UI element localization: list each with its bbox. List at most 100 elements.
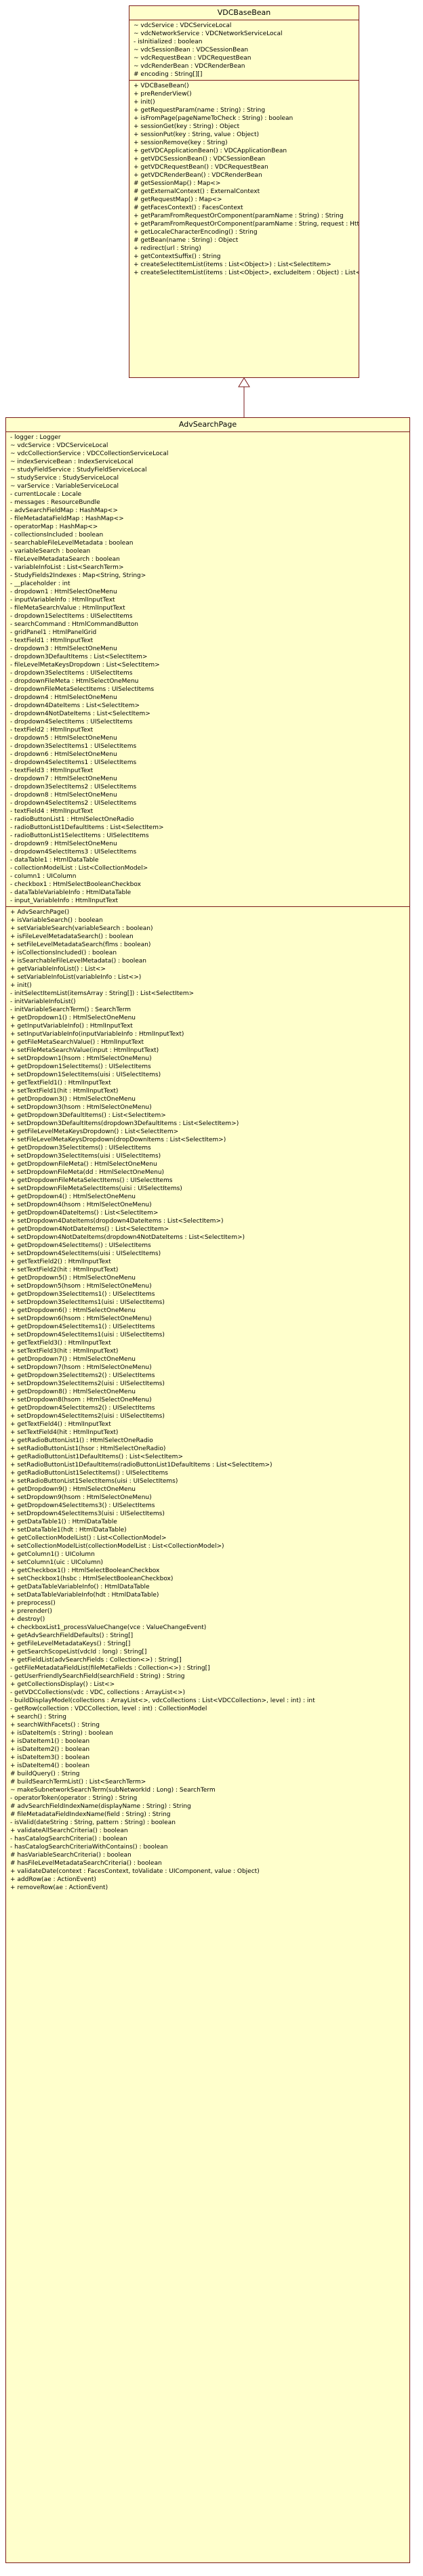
member-line: - getRow(collection : VDCCollection, lev… <box>10 1706 207 1712</box>
member-line: + isDateItem3() : boolean <box>10 1754 90 1761</box>
member-line: + setDropdown1SelectItems(uisi : UISelec… <box>10 1072 161 1078</box>
attributes-compartment: - logger : Logger ~ vdcService : VDCServi… <box>6 431 409 906</box>
member-line: - textField1 : HtmlInputText <box>10 637 94 644</box>
member-line: + setInputVariableInfo(inputVariableInfo… <box>10 1031 184 1038</box>
member-line: + getDropdown3SelectItems() : UISelectIt… <box>10 1145 151 1152</box>
member-line: + isFileLevelMetadataSearch() : boolean <box>10 933 134 940</box>
member-line: - operatorMap : HashMap<> <box>10 524 98 530</box>
member-line: - hasCatalogSearchCriteriaWithContains()… <box>10 1844 168 1851</box>
member-line: + getFileMetaSearchValue() : HtmlInputTe… <box>10 1039 144 1046</box>
member-line: + isDateItem4() : boolean <box>10 1762 90 1769</box>
member-line: - dropdown4SelectItems : UISelectItems <box>10 719 133 725</box>
member-line: + getColumn1() : UIColumn <box>10 1551 95 1558</box>
member-line: - fileMetadataFieldMap : HashMap<> <box>10 515 124 522</box>
member-line: + getDropdown5() : HtmlSelectOneMenu <box>10 1275 136 1282</box>
member-line: + createSelectItemList(items : List<Obje… <box>134 261 331 268</box>
member-line: ~ vdcNetworkService : VDCNetworkServiceL… <box>134 30 283 37</box>
member-line: + getFieldList(advSearchFields : Collect… <box>10 1657 182 1664</box>
member-line: - getUserFriendlySearchField(searchField… <box>10 1673 185 1680</box>
member-line: + validateDate(context : FacesContext, t… <box>10 1868 260 1875</box>
member-line: + isDateItem2() : boolean <box>10 1746 90 1753</box>
member-line: - dropdown3 : HtmlSelectOneMenu <box>10 646 117 652</box>
member-line: + searchWithFacets() : String <box>10 1722 100 1729</box>
member-line: + getDropdownFileMeta() : HtmlSelectOneM… <box>10 1161 157 1168</box>
member-line: + setTextField1(hit : HtmlInputText) <box>10 1088 119 1095</box>
member-line: - dropdownFileMeta : HtmlSelectOneMenu <box>10 678 139 685</box>
member-line: + getInputVariableInfo() : HtmlInputText <box>10 1023 133 1030</box>
member-line: + redirect(url : String) <box>134 245 201 252</box>
member-line: + getDropdownFileMetaSelectItems() : UIS… <box>10 1177 173 1184</box>
member-line: + getDataTable1() : HtmlDataTable <box>10 1519 117 1525</box>
member-line: ~ vdcService : VDCServiceLocal <box>134 22 232 29</box>
member-line: - dropdownFileMetaSelectItems : UISelect… <box>10 686 155 693</box>
member-line: - searchCommand : HtmlCommandButton <box>10 621 138 628</box>
member-line: + getDropdown4SelectItems1() : UISelectI… <box>10 1324 155 1330</box>
member-line: + setVariableInfoList(variableInfo : Lis… <box>10 974 142 981</box>
member-line: + setDropdown4(hsom : HtmlSelectOneMenu) <box>10 1202 152 1208</box>
member-line: - textField2 : HtmlInputText <box>10 727 94 734</box>
member-line: + VDCBaseBean() <box>134 83 189 89</box>
member-line: + setDropdown9(hsom : HtmlSelectOneMenu) <box>10 1494 152 1501</box>
member-line: + isVariableSearch() : boolean <box>10 917 103 924</box>
member-line: ~ vdcCollectionService : VDCCollectionSe… <box>10 450 169 457</box>
operations-compartment: + AdvSearchPage() + isVariableSearch() : … <box>6 906 409 1893</box>
member-line: + sessionGet(key : String) : Object <box>134 123 240 130</box>
member-line: - isValid(dateString : String, pattern :… <box>10 1819 176 1826</box>
member-line: - fileLevelMetaKeysDropdown : List<Selec… <box>10 662 160 669</box>
member-line: + init() <box>10 982 32 989</box>
member-line: ~ makeSubnetworkSearchTerm(subNetworkId … <box>10 1787 216 1794</box>
member-line: + getSearchScopeList(vdcId : long) : Str… <box>10 1649 147 1655</box>
member-line: + getParamFromRequestOrComponent(paramNa… <box>134 221 359 228</box>
member-line: + setFileLevelMetadataSearch(flms : bool… <box>10 942 151 948</box>
member-line: + getVDCRequestBean() : VDCRequestBean <box>134 164 268 171</box>
member-line: + AdvSearchPage() <box>10 909 70 916</box>
member-line: - dropdown3SelectItems : UISelectItems <box>10 670 133 677</box>
member-line: + setDropdown4SelectItems2(uisi : UISele… <box>10 1413 165 1420</box>
member-line: - getVDCCollections(vdc : VDC, collectio… <box>10 1689 185 1696</box>
member-line: - radioButtonList1SelectItems : UISelect… <box>10 832 149 839</box>
member-line: + getDropdown3SelectItems1() : UISelectI… <box>10 1291 155 1298</box>
member-line: + setVariableSearch(variableSearch : boo… <box>10 925 153 932</box>
member-line: - dropdown5 : HtmlSelectOneMenu <box>10 735 117 742</box>
member-line: - inputVariableInfo : HtmlInputText <box>10 597 115 604</box>
member-line: - dropdown9 : HtmlSelectOneMenu <box>10 841 117 847</box>
member-line: + setRadioButtonList1SelectItems(uisi : … <box>10 1478 178 1485</box>
member-line: - logger : Logger <box>10 434 61 441</box>
member-line: + getDropdown4SelectItems3() : UISelectI… <box>10 1502 155 1509</box>
member-line: - radioButtonList1 : HtmlSelectOneRadio <box>10 816 134 823</box>
member-line: + init() <box>134 99 155 106</box>
member-line: - variableInfoList : List<SearchTerm> <box>10 564 124 571</box>
member-line: + getTextField1() : HtmlInputText <box>10 1080 111 1086</box>
member-line: - dropdown4NotDateItems : List<SelectIte… <box>10 711 150 717</box>
member-line: + getParamFromRequestOrComponent(paramNa… <box>134 213 344 219</box>
member-line: + getDropdown4SelectItems() : UISelectIt… <box>10 1242 151 1249</box>
class-box-vdcbasebean[interactable]: VDCBaseBean ~ vdcService : VDCServiceLoc… <box>129 5 359 378</box>
class-box-advsearchpage[interactable]: AdvSearchPage - logger : Logger ~ vdcServ… <box>5 417 410 2563</box>
member-line: + getRequestParam(name : String) : Strin… <box>134 107 266 114</box>
member-line: + getTextField4() : HtmlInputText <box>10 1421 111 1428</box>
member-line: - getFileMetadataFieldList(fileMetaField… <box>10 1665 210 1672</box>
member-line: + getTextField3() : HtmlInputText <box>10 1340 111 1347</box>
member-line: # encoding : String[][] <box>134 71 203 78</box>
member-line: + setDropdown3(hsom : HtmlSelectOneMenu) <box>10 1104 152 1111</box>
member-line: # hasVariableSearchCriteria() : boolean <box>10 1852 132 1859</box>
member-line: + search() : String <box>10 1714 66 1720</box>
member-line: + setCheckbox1(hsbc : HtmlSelectBooleanC… <box>10 1576 174 1582</box>
member-line: # fileMetadataFieldIndexName(field : Str… <box>10 1811 171 1818</box>
member-line: + getLocaleCharacterEncoding() : String <box>134 229 258 236</box>
member-line: + setCollectionModelList(collectionModel… <box>10 1543 224 1550</box>
member-line: + setRadioButtonList1(hsor : HtmlSelectO… <box>10 1445 166 1452</box>
member-line: - operatorToken(operator : String) : Str… <box>10 1795 138 1802</box>
member-line: + getAdvSearchFieldDefaults() : String[] <box>10 1632 134 1639</box>
member-line: + setDropdown4SelectItems(uisi : UISelec… <box>10 1250 161 1257</box>
member-line: - dropdown8 : HtmlSelectOneMenu <box>10 792 117 799</box>
member-line: + getRadioButtonList1DefaultItems() : Li… <box>10 1454 183 1460</box>
member-line: - __placeholder : int <box>10 580 70 587</box>
member-line: ~ vdcRenderBean : VDCRenderBean <box>134 63 245 70</box>
member-line: - dropdown7 : HtmlSelectOneMenu <box>10 776 117 782</box>
member-line: - dataTableVariableInfo : HtmlDataTable <box>10 889 132 896</box>
member-line: - dropdown3DefaultItems : List<SelectIte… <box>10 654 148 660</box>
member-line: ~ vdcSessionBean : VDCSessionBean <box>134 47 249 54</box>
member-line: + createSelectItemList(items : List<Obje… <box>134 270 359 276</box>
class-name: AdvSearchPage <box>178 420 237 429</box>
